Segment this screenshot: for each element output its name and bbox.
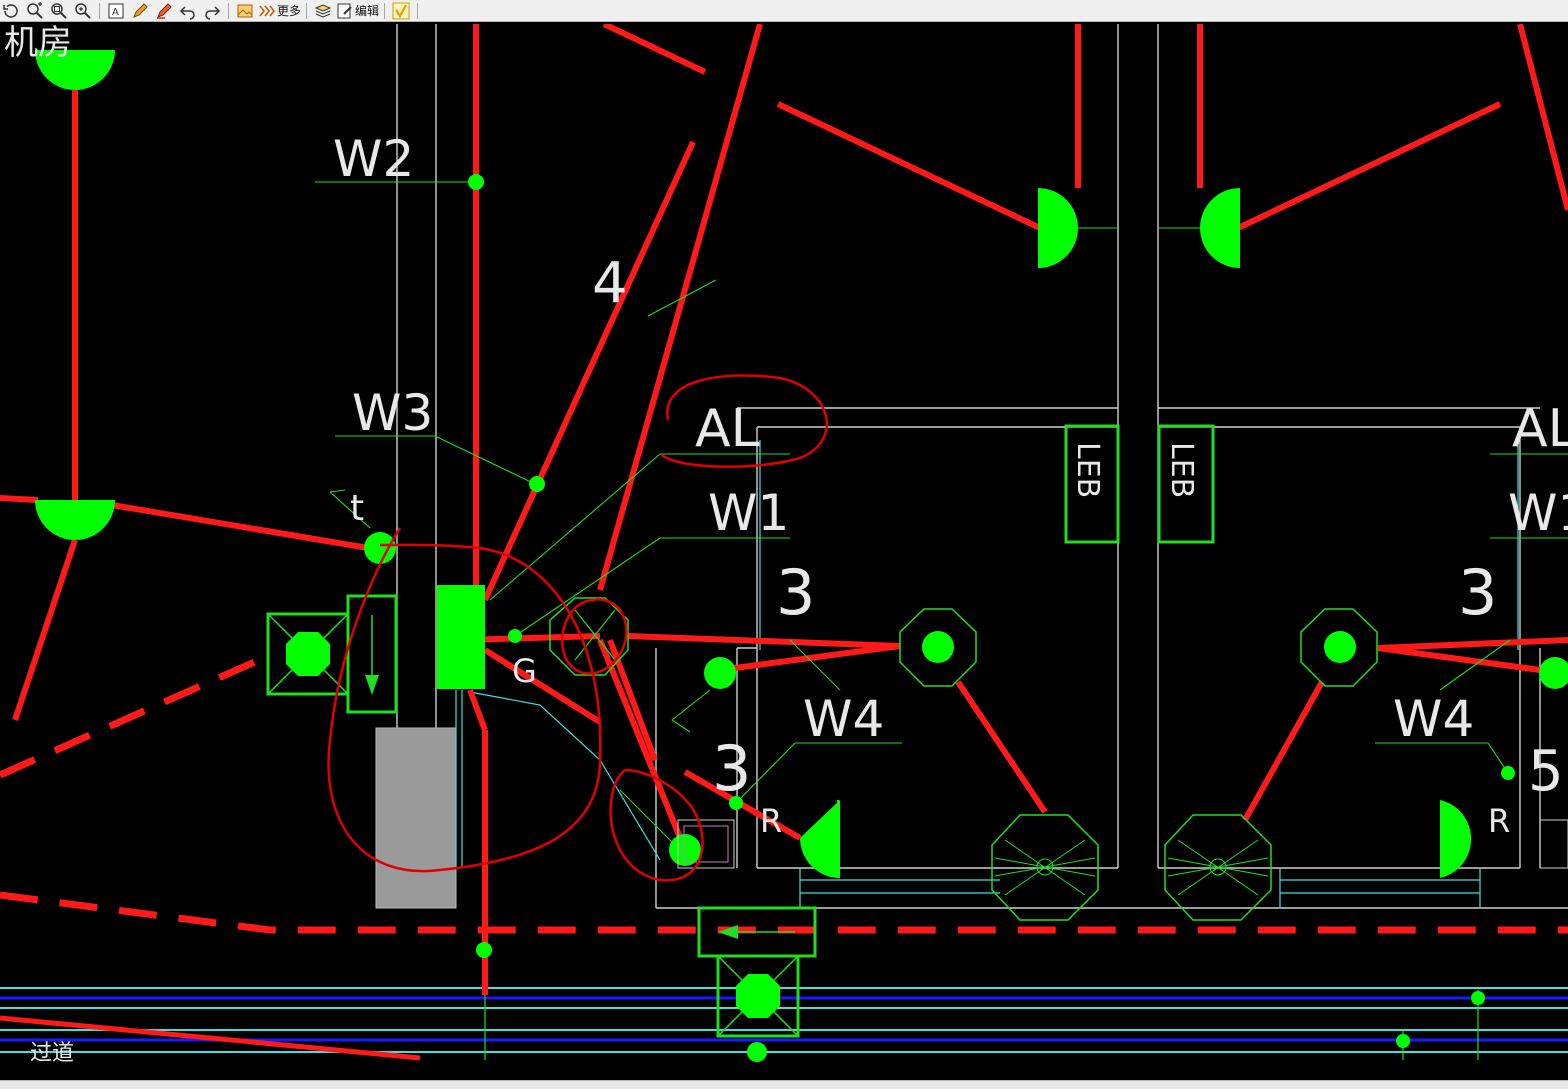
svg-text:A: A bbox=[112, 7, 119, 18]
junction-dot bbox=[529, 476, 545, 492]
label-3-a: 3 bbox=[776, 556, 815, 629]
switch-dot bbox=[1539, 657, 1568, 689]
junction-dot bbox=[476, 942, 492, 958]
label-w1-right: W1 bbox=[1508, 484, 1568, 542]
zoom-realtime-icon[interactable] bbox=[24, 1, 46, 21]
label-corridor: 过道 bbox=[30, 1041, 74, 1066]
label-w4-left: W4 bbox=[803, 690, 884, 748]
label-leb-right: LEB bbox=[1164, 442, 1199, 498]
label-w4-right: W4 bbox=[1393, 690, 1474, 748]
junction-box-icon bbox=[716, 954, 800, 1038]
checkmark-icon[interactable] bbox=[390, 1, 412, 21]
label-3-c: 3 bbox=[1458, 556, 1497, 629]
wall-light-icon bbox=[800, 800, 840, 878]
redo-icon[interactable] bbox=[201, 1, 223, 21]
pendant-light-icon bbox=[35, 500, 115, 540]
toolbar-divider bbox=[384, 2, 386, 19]
bus-lines bbox=[0, 960, 1568, 1060]
label-4: 4 bbox=[592, 251, 628, 316]
image-icon[interactable] bbox=[234, 1, 256, 21]
junction-dot bbox=[1471, 991, 1485, 1005]
label-3-b: 3 bbox=[712, 732, 751, 805]
label-w2: W2 bbox=[333, 130, 414, 188]
switch-dot bbox=[364, 532, 396, 564]
toolbar-divider bbox=[228, 2, 229, 19]
switch-dot bbox=[704, 657, 736, 689]
edit-menu-icon[interactable]: 编辑 bbox=[336, 1, 379, 21]
label-r-left: R bbox=[760, 802, 782, 840]
text-icon[interactable]: A bbox=[105, 1, 127, 21]
edit-menu-label: 编辑 bbox=[355, 4, 380, 18]
distribution-box bbox=[437, 585, 485, 689]
more-menu-icon[interactable]: 更多 bbox=[258, 1, 301, 21]
label-t: t bbox=[350, 488, 364, 529]
label-5: 5 bbox=[1528, 739, 1564, 804]
red-dashed-wiring bbox=[0, 652, 1568, 934]
wall-light-icon bbox=[1200, 188, 1240, 268]
junction-box-icon bbox=[266, 612, 350, 696]
zoom-window-icon[interactable] bbox=[48, 1, 70, 21]
gray-shaft-box bbox=[375, 727, 457, 909]
pencil-icon[interactable] bbox=[129, 1, 151, 21]
junction-dot bbox=[468, 174, 484, 190]
label-al-left: AL bbox=[695, 399, 760, 459]
junction-dot bbox=[508, 629, 522, 643]
junction-dot bbox=[747, 1042, 767, 1062]
label-r-right: R bbox=[1488, 802, 1510, 840]
label-w3: W3 bbox=[352, 384, 433, 442]
highlighter-icon[interactable] bbox=[153, 1, 175, 21]
zoom-extents-icon[interactable] bbox=[72, 1, 94, 21]
toolbar-divider bbox=[417, 2, 419, 19]
leader-lines bbox=[315, 181, 1568, 851]
undo-icon[interactable] bbox=[177, 1, 199, 21]
label-room-name: 机房 bbox=[4, 24, 72, 63]
label-g: G bbox=[512, 652, 537, 690]
label-w1-left: W1 bbox=[708, 484, 789, 542]
toolbar-divider bbox=[99, 2, 100, 19]
label-al-right: AL bbox=[1512, 399, 1568, 459]
switch-dot bbox=[669, 834, 701, 866]
more-menu-label: 更多 bbox=[277, 4, 302, 18]
down-arrow-device-icon bbox=[346, 594, 398, 714]
layers-icon[interactable] bbox=[312, 1, 334, 21]
cad-toolbar: A 更多 编辑 bbox=[0, 0, 1568, 22]
toolbar-divider bbox=[306, 2, 308, 19]
wall-light-icon bbox=[1038, 188, 1078, 268]
junction-dot bbox=[1396, 1034, 1410, 1048]
junction-dot bbox=[1501, 766, 1515, 780]
drawing-canvas[interactable]: 机房 W2 W3 4 AL W1 3 3 W4 R t G AL W1 3 W4… bbox=[0, 21, 1568, 1080]
wall-light-icon bbox=[1440, 800, 1472, 878]
label-leb-left: LEB bbox=[1070, 442, 1105, 498]
refresh-icon[interactable] bbox=[0, 1, 22, 21]
